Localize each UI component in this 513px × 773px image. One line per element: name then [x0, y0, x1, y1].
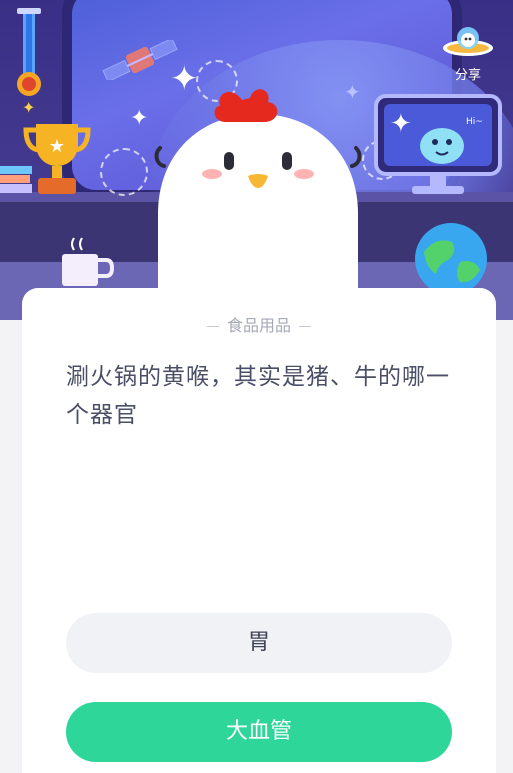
mug-icon [62, 237, 115, 286]
share-button[interactable]: 分享 [440, 22, 496, 90]
sparkle-icon: ✦ [22, 98, 36, 117]
books-icon [0, 166, 32, 193]
divider [206, 326, 219, 327]
question-text: 涮火锅的黄喉，其实是猪、牛的哪一个器官 [66, 364, 450, 428]
answer-option-1[interactable]: 胃 [66, 613, 452, 673]
chick-mascot [154, 89, 362, 320]
category-label: 食品用品 [226, 316, 291, 335]
satellite-icon [102, 40, 178, 80]
divider [299, 326, 311, 327]
svg-text:✦: ✦ [390, 109, 412, 139]
answer-option-2[interactable]: 大血管 [66, 702, 452, 762]
header-illustration: ✦ ✦ ✦ ✦ ★ 分享 ✦ Hi~ [0, 0, 513, 320]
question-card: 食品用品 涮火锅的黄喉，其实是猪、牛的哪一个器官 胃 大血管 [22, 288, 496, 773]
dashed-circle [100, 148, 148, 196]
ufo-share-icon [443, 27, 493, 56]
share-label: 分享 [454, 68, 481, 83]
monitor-icon: ✦ Hi~ [374, 94, 502, 194]
monitor-text: Hi~ [466, 117, 483, 127]
question-category: 食品用品 [22, 312, 496, 336]
medal-icon [17, 8, 41, 96]
svg-text:★: ★ [49, 136, 65, 157]
globe-icon [415, 223, 487, 295]
